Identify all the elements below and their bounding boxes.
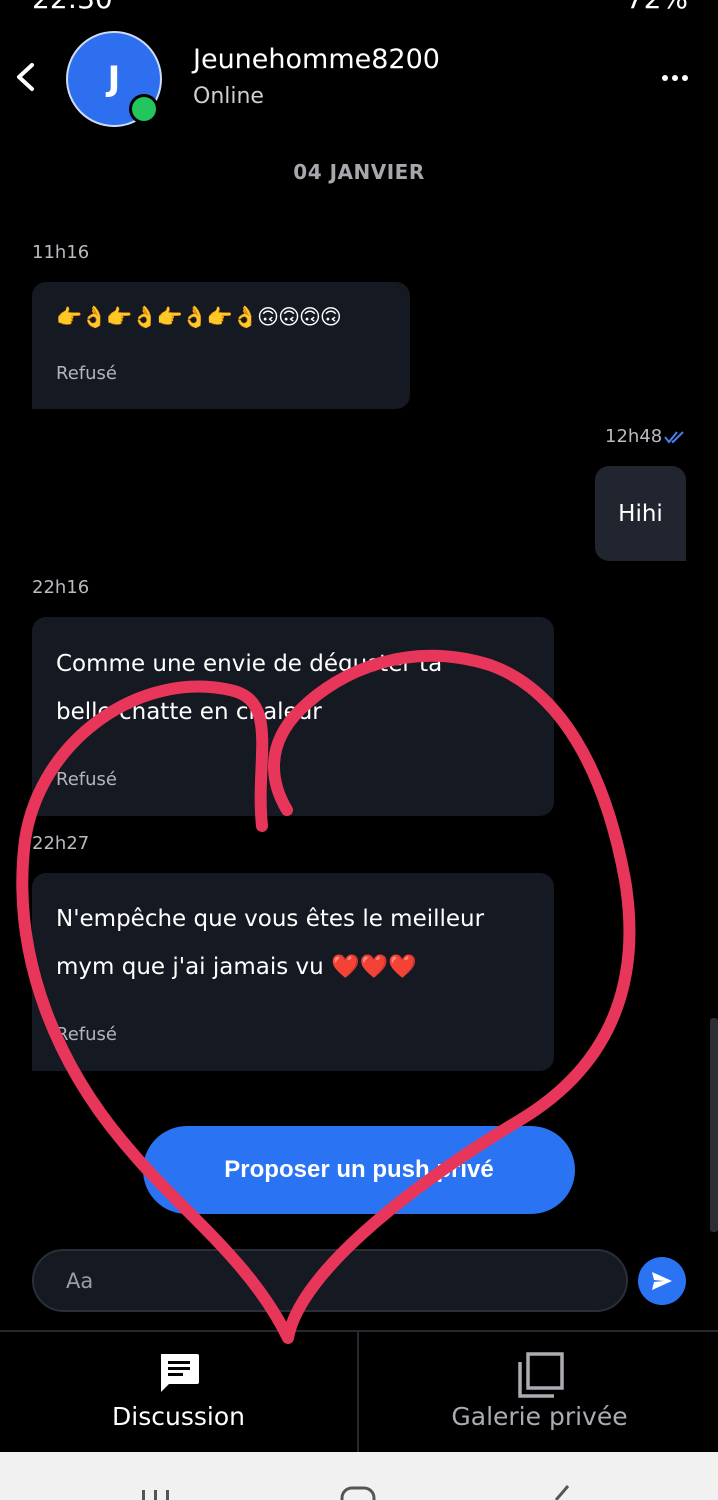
chat-icon [160, 1354, 199, 1392]
gallery-icon [517, 1352, 564, 1398]
message-time: 11h16 [32, 242, 90, 263]
propose-private-push-button[interactable]: Proposer un push privé [143, 1126, 575, 1214]
dot-icon [672, 75, 678, 81]
message-bubble-incoming[interactable]: Comme une envie de déguster ta belle cha… [32, 617, 554, 816]
scrollbar[interactable] [710, 1018, 718, 1232]
send-button[interactable] [638, 1257, 686, 1305]
message-text-line: N'empêche que vous êtes le meilleur [56, 906, 485, 932]
double-check-icon [664, 431, 684, 444]
message-text-line: belle chatte en chaleur [56, 699, 322, 725]
date-separator: 04 JANVIER [293, 160, 425, 184]
tab-label: Galerie privée [451, 1402, 628, 1431]
send-icon [652, 1272, 672, 1290]
chat-header: J Jeunehomme8200 Online [0, 14, 718, 144]
contact-name[interactable]: Jeunehomme8200 [193, 44, 440, 75]
back-nav-icon[interactable] [546, 1484, 570, 1500]
home-icon[interactable] [340, 1486, 376, 1500]
status-time: 22:30 [32, 0, 113, 14]
message-bubble-incoming[interactable]: 👉👌👉👌👉👌👉👌🙃🙃🙃🙃 Refusé [32, 282, 410, 409]
message-bubble-outgoing[interactable]: Hihi [595, 466, 686, 561]
tab-label: Discussion [112, 1402, 245, 1431]
message-bubble-incoming[interactable]: N'empêche que vous êtes le meilleur mym … [32, 873, 554, 1071]
dot-icon [662, 75, 668, 81]
chevron-left-icon [17, 63, 34, 91]
recent-apps-icon[interactable] [140, 1488, 174, 1500]
more-options-button[interactable] [662, 68, 692, 88]
message-time: 22h27 [32, 833, 90, 854]
status-bar: 22:30 72% [0, 0, 718, 14]
online-indicator [129, 94, 159, 124]
bottom-tab-bar: Discussion Galerie privée [0, 1330, 718, 1452]
message-composer [32, 1249, 628, 1312]
system-nav-bar [0, 1452, 718, 1500]
tab-discussion[interactable]: Discussion [0, 1332, 359, 1452]
message-status: Refusé [56, 363, 117, 384]
message-time: 22h16 [32, 577, 90, 598]
message-text-line: mym que j'ai jamais vu ❤️❤️❤️ [56, 954, 417, 980]
message-status: Refusé [56, 769, 117, 790]
message-text: Hihi [618, 500, 663, 527]
tab-private-gallery[interactable]: Galerie privée [360, 1332, 718, 1452]
dot-icon [682, 75, 688, 81]
status-battery: 72% [626, 0, 688, 14]
message-text-line: Comme une envie de déguster ta [56, 651, 443, 677]
message-status: Refusé [56, 1024, 117, 1045]
message-time: 12h48 [605, 426, 663, 447]
back-button[interactable] [12, 60, 40, 94]
presence-status: Online [193, 84, 264, 109]
message-text: 👉👌👉👌👉👌👉👌🙃🙃🙃🙃 [56, 305, 342, 329]
avatar-letter: J [107, 59, 121, 99]
message-input[interactable] [66, 1265, 586, 1297]
